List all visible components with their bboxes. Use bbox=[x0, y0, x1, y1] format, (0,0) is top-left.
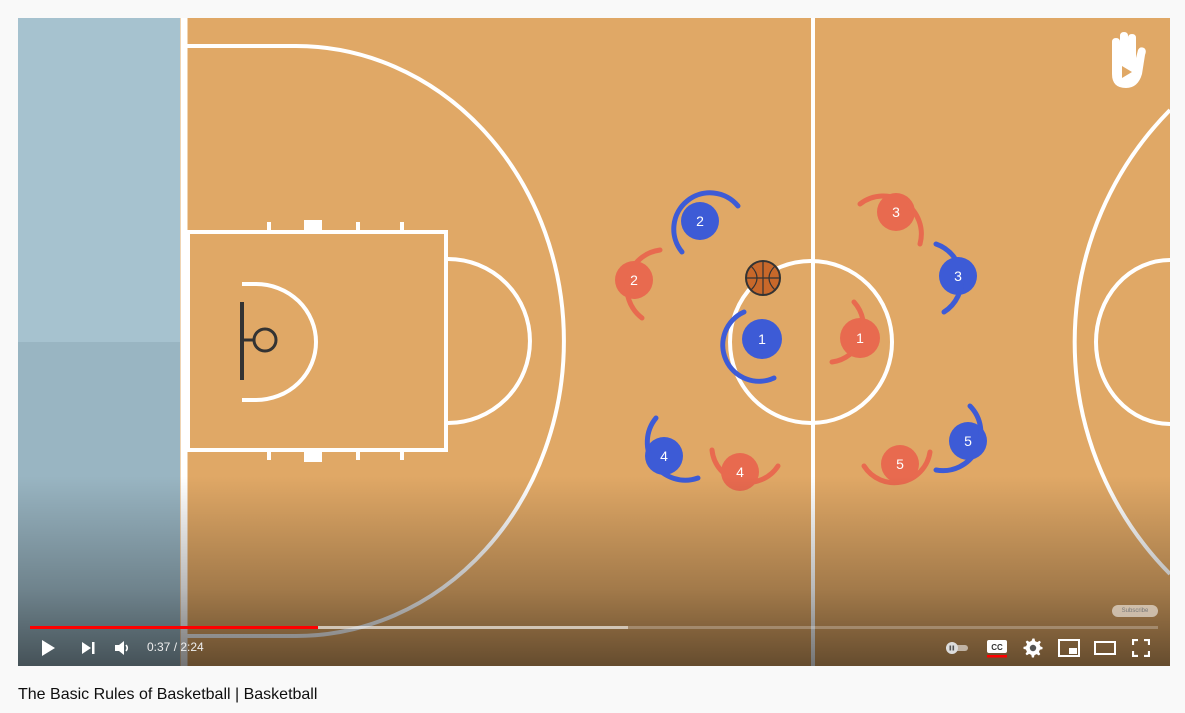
red-player-1-number: 1 bbox=[856, 330, 864, 346]
gear-icon bbox=[1023, 638, 1043, 658]
red-player-4-number: 4 bbox=[736, 464, 744, 480]
time-separator: / bbox=[170, 640, 181, 654]
red-player-2-number: 2 bbox=[630, 272, 638, 288]
red-player-5-number: 5 bbox=[896, 456, 904, 472]
blue-player-4-number: 4 bbox=[660, 448, 668, 464]
autoplay-toggle[interactable] bbox=[943, 636, 971, 660]
blue-player-5-number: 5 bbox=[964, 433, 972, 449]
video-title: The Basic Rules of Basketball | Basketba… bbox=[18, 686, 318, 703]
subscribe-watermark[interactable]: Subscribe bbox=[1112, 605, 1158, 617]
settings-button[interactable] bbox=[1019, 636, 1047, 660]
next-icon bbox=[82, 642, 95, 654]
progress-bar[interactable] bbox=[30, 626, 1158, 629]
volume-button[interactable] bbox=[110, 636, 134, 660]
progress-played bbox=[30, 626, 318, 629]
fullscreen-icon bbox=[1132, 639, 1150, 657]
red-player-3-number: 3 bbox=[892, 204, 900, 220]
autoplay-toggle-icon bbox=[946, 642, 968, 654]
theater-button[interactable] bbox=[1091, 636, 1119, 660]
miniplayer-icon bbox=[1058, 639, 1080, 657]
captions-button[interactable]: CC bbox=[983, 636, 1011, 660]
blue-player-1-number: 1 bbox=[758, 331, 766, 347]
miniplayer-button[interactable] bbox=[1055, 636, 1083, 660]
time-display: 0:37 / 2:24 bbox=[147, 640, 204, 654]
basketball-court-frame: 1 2 3 4 5 1 2 3 4 5 bbox=[18, 18, 1170, 666]
cc-label: CC bbox=[991, 643, 1003, 652]
blue-player-2-number: 2 bbox=[696, 213, 704, 229]
fullscreen-button[interactable] bbox=[1127, 636, 1155, 660]
cc-icon: CC bbox=[987, 640, 1007, 658]
play-button[interactable] bbox=[36, 636, 60, 660]
basketball bbox=[745, 260, 781, 296]
theater-icon bbox=[1094, 641, 1116, 655]
volume-icon bbox=[115, 641, 129, 655]
next-button[interactable] bbox=[76, 636, 100, 660]
video-player[interactable]: 1 2 3 4 5 1 2 3 4 5 Subscribe 0:37 / 2:2… bbox=[18, 18, 1170, 666]
time-current: 0:37 bbox=[147, 640, 171, 654]
blue-player-3-number: 3 bbox=[954, 268, 962, 284]
time-duration: 2:24 bbox=[180, 640, 204, 654]
play-icon bbox=[42, 640, 55, 656]
